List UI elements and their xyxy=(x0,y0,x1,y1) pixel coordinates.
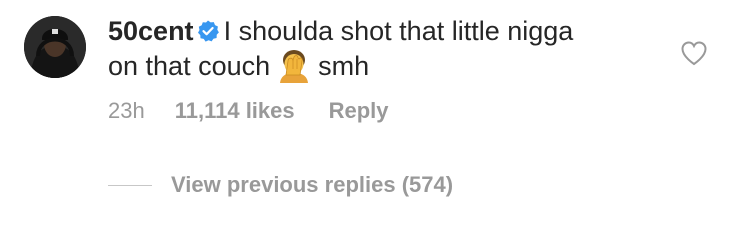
comment-body-end: smh xyxy=(318,51,370,81)
comment-item: 50cent I shoulda shot that little nigga … xyxy=(0,0,750,241)
replies-divider xyxy=(108,184,152,186)
comment-meta: 23h 11,114 likes Reply xyxy=(108,98,389,124)
timestamp: 23h xyxy=(108,98,145,123)
comment-body-line1: I shoulda shot that little nigga xyxy=(223,16,574,46)
reply-button[interactable]: Reply xyxy=(329,98,389,123)
username-link[interactable]: 50cent xyxy=(108,16,194,46)
comment-body-line2: on that couch xyxy=(108,51,271,81)
view-replies-row: View previous replies (574) xyxy=(108,172,453,198)
avatar[interactable] xyxy=(24,16,86,78)
view-previous-replies-button[interactable]: View previous replies (574) xyxy=(171,172,453,198)
avatar-image xyxy=(24,16,86,78)
facepalm-emoji-icon xyxy=(280,50,309,83)
heart-outline-icon[interactable] xyxy=(680,40,708,66)
comment-text: 50cent I shoulda shot that little nigga … xyxy=(108,15,668,83)
verified-badge-icon xyxy=(197,20,219,42)
likes-count-link[interactable]: 11,114 likes xyxy=(175,98,295,123)
